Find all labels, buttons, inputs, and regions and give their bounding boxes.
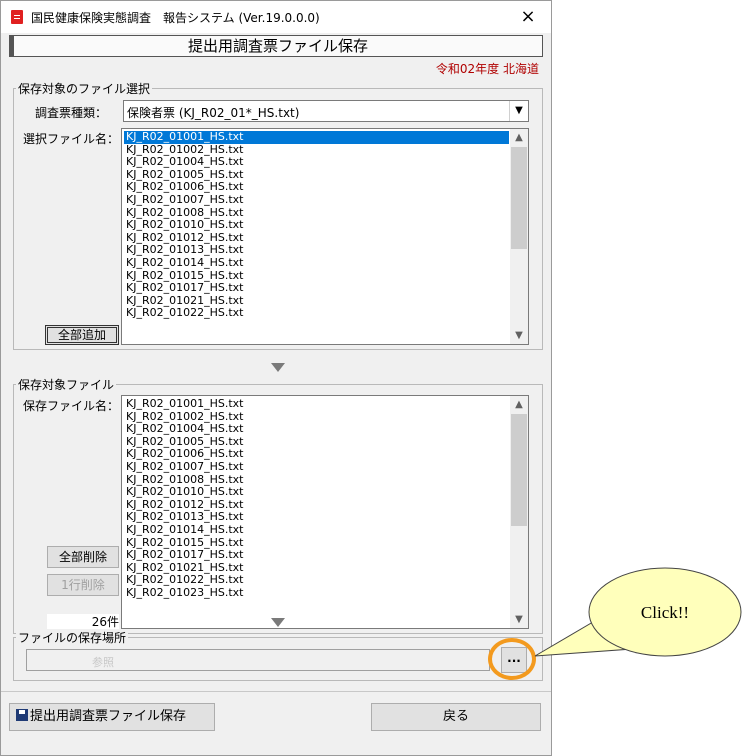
callout-bubble: Click!! [534, 567, 742, 657]
callout-text: Click!! [641, 603, 689, 622]
